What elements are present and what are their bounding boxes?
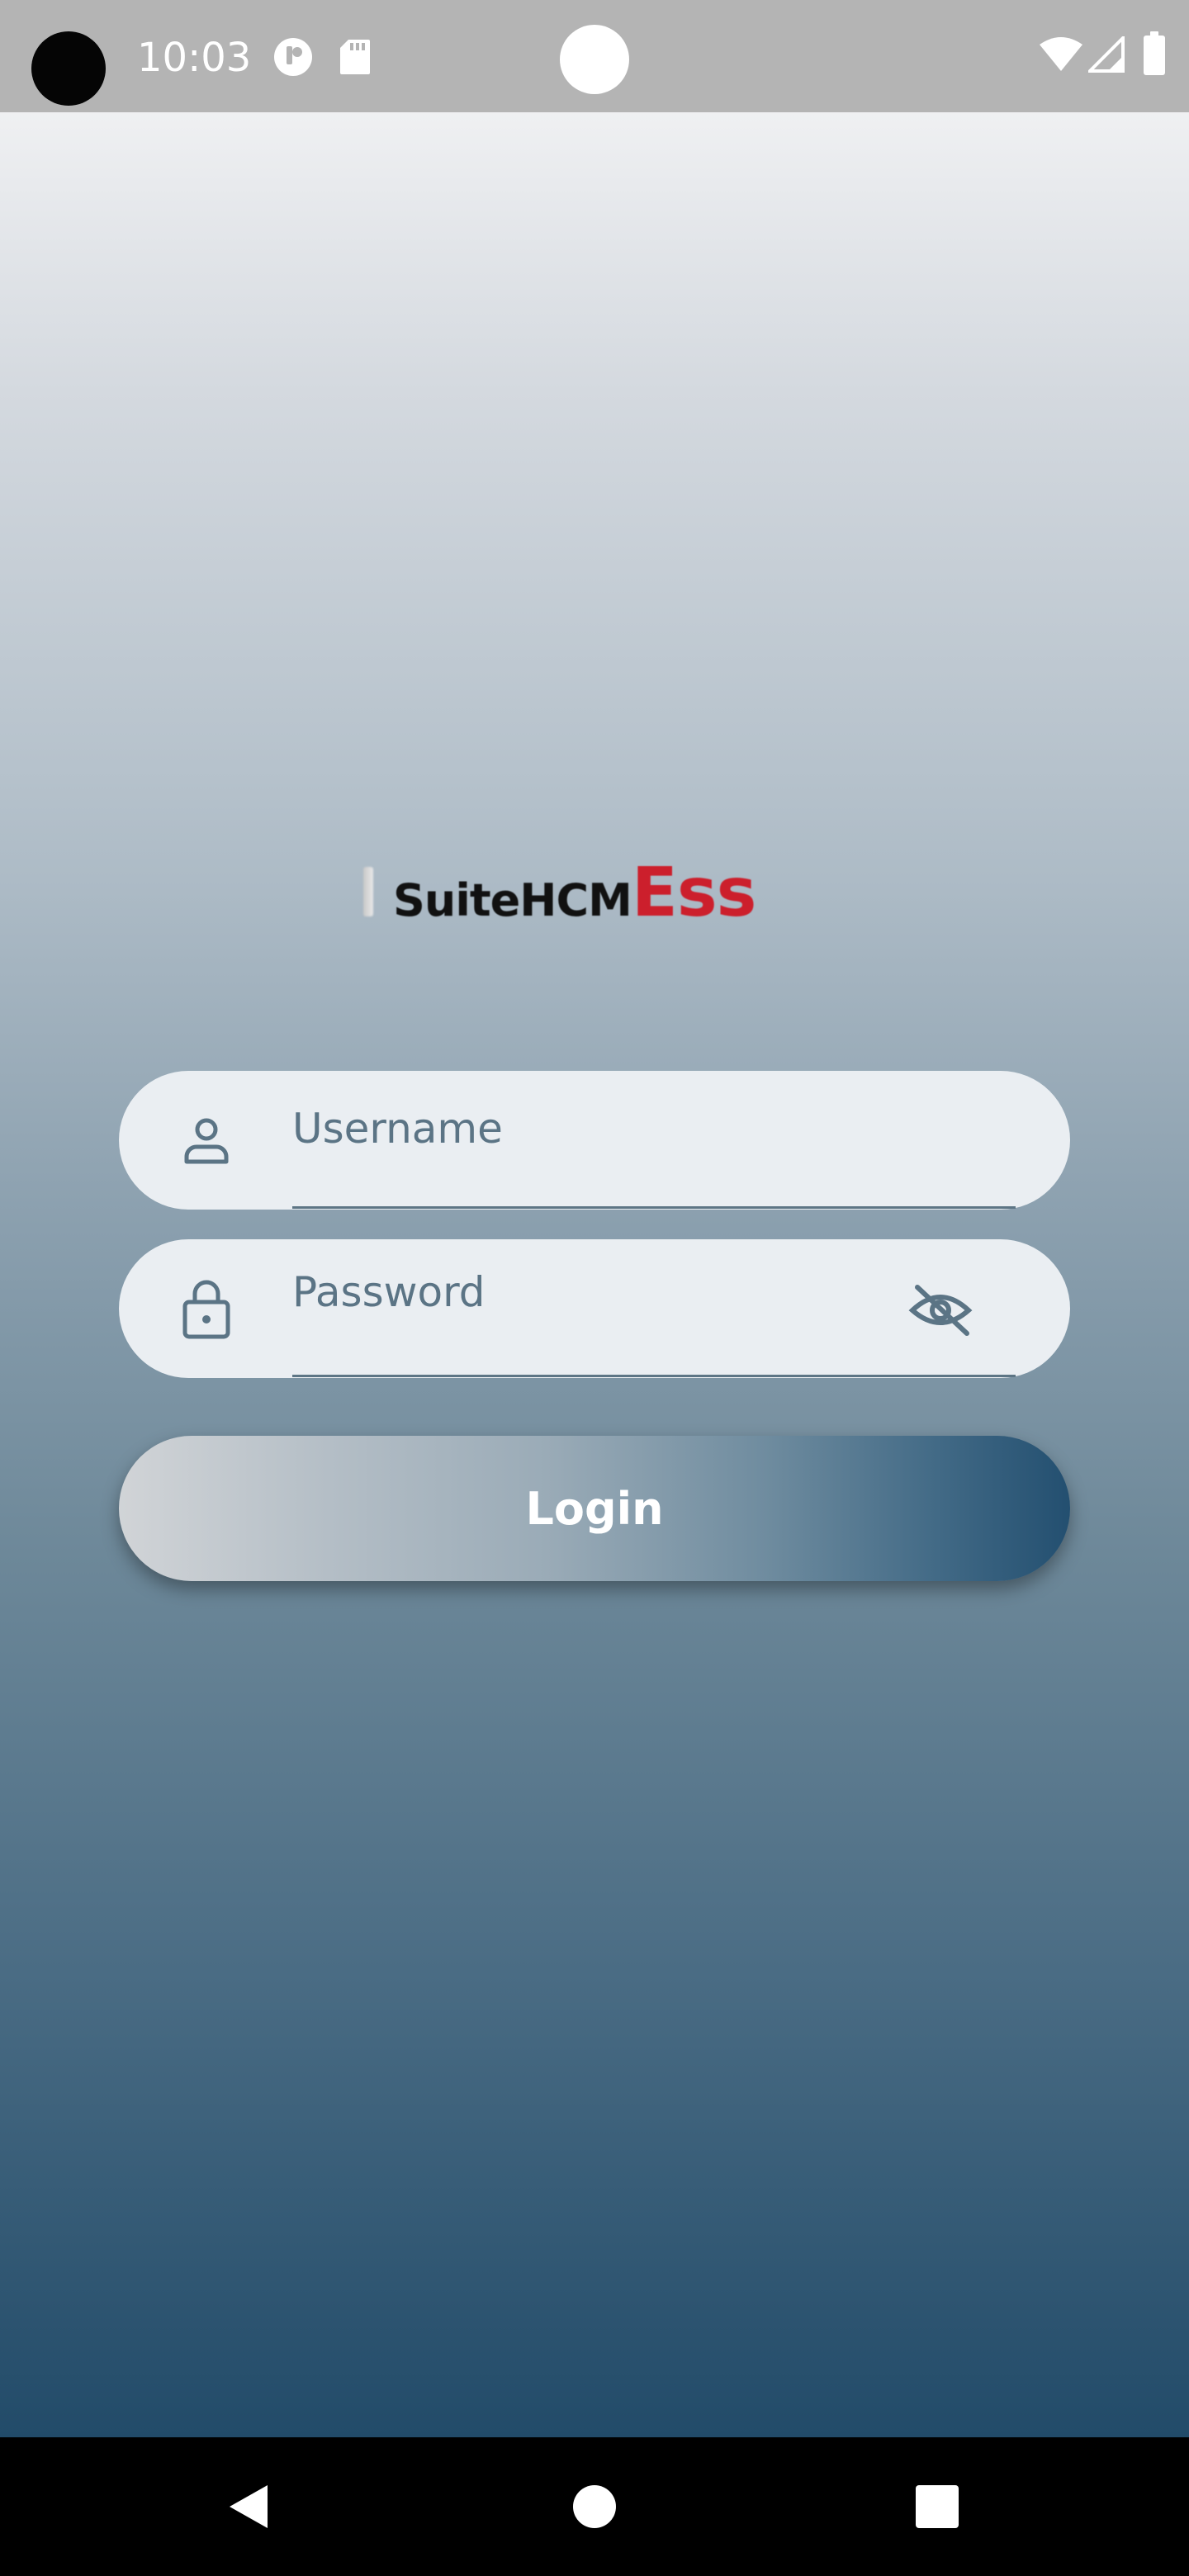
login-button[interactable]: Login — [119, 1436, 1070, 1581]
username-underline — [292, 1206, 1016, 1209]
wifi-icon — [1039, 36, 1083, 77]
logo-text-accent: Ess — [631, 854, 757, 932]
status-bar: 10:03 — [0, 0, 1189, 112]
home-icon[interactable] — [553, 2465, 636, 2548]
app-logo: SuiteHCMEss — [363, 839, 826, 938]
username-input[interactable] — [292, 1094, 870, 1163]
notification-app-icon — [272, 36, 314, 82]
password-underline — [292, 1375, 1016, 1377]
logo-text-primary: SuiteHCM — [393, 874, 632, 926]
camera-cutout — [31, 31, 106, 106]
password-input[interactable] — [292, 1257, 870, 1327]
logo-mark — [363, 867, 373, 916]
password-field[interactable] — [119, 1239, 1070, 1378]
back-icon[interactable] — [206, 2465, 289, 2548]
status-center-indicator — [560, 25, 629, 94]
sd-card-icon — [339, 38, 372, 80]
screen: 10:03 SuiteHCMEss Username Login — [0, 0, 1189, 2576]
recents-icon[interactable] — [896, 2465, 978, 2548]
username-field[interactable] — [119, 1071, 1070, 1210]
battery-icon — [1143, 31, 1166, 80]
login-screen: SuiteHCMEss Username Login — [0, 112, 1189, 2437]
person-icon — [178, 1112, 234, 1168]
lock-icon — [178, 1277, 234, 1339]
status-time: 10:03 — [137, 35, 252, 81]
logo-text: SuiteHCMEss — [393, 854, 756, 932]
eye-off-icon[interactable] — [903, 1272, 978, 1347]
signal-icon — [1086, 34, 1126, 77]
navigation-bar — [0, 2437, 1189, 2576]
